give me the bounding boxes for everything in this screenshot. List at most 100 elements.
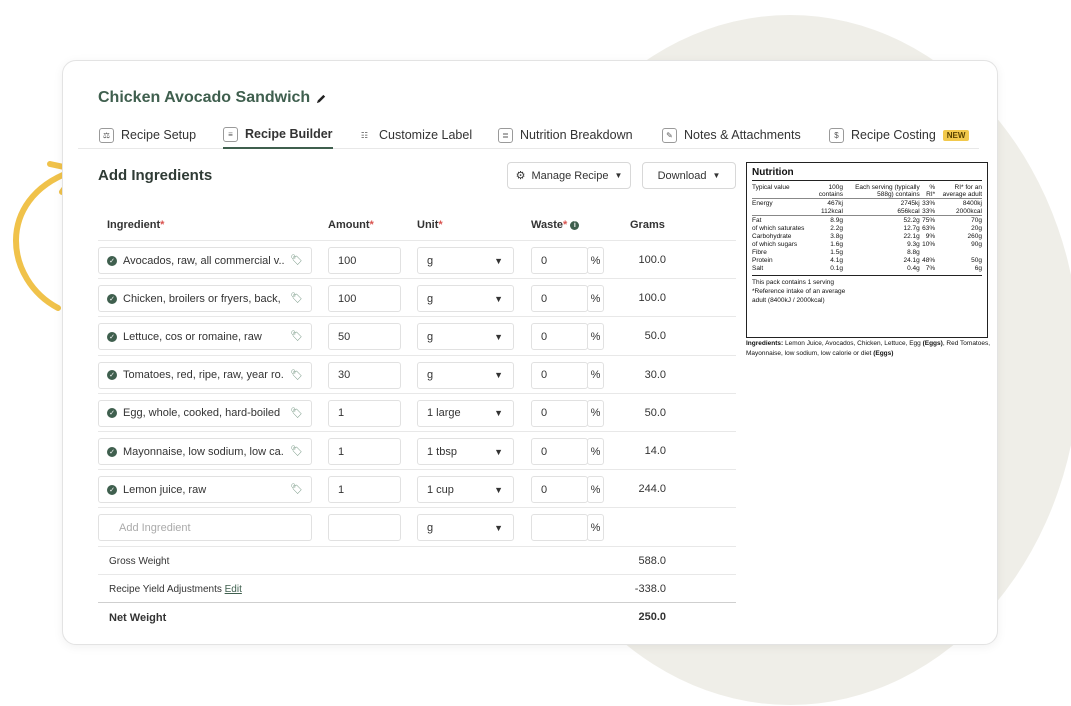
per-serving-value: 22.1g (903, 232, 920, 240)
nutrition-footnote: This pack contains 1 serving *Reference … (752, 275, 982, 305)
nutrition-row: Protein 4.1g 24.1g 48% 50g (752, 256, 982, 264)
chevron-down-icon: ▼ (494, 408, 503, 419)
per-serving-value: 24.1g (903, 256, 920, 264)
ri-reference-value: 8400kj (962, 199, 982, 207)
recipe-title-text: Chicken Avocado Sandwich (98, 89, 311, 106)
amount-input[interactable]: 1 (328, 399, 401, 427)
tag-icon[interactable]: 🏷 (290, 484, 311, 495)
tab-customize-label[interactable]: ☷ Customize Label (357, 121, 472, 149)
waste-input[interactable] (531, 514, 588, 541)
nutrition-row: Energy 467kj 2745kj 33% 8400kj (752, 199, 982, 208)
tag-icon[interactable]: 🏷 (290, 408, 311, 419)
unit-select[interactable]: g ▼ (417, 285, 514, 313)
tab-recipe-setup[interactable]: ⚖ Recipe Setup (99, 121, 196, 149)
tab-recipe-costing[interactable]: $ Recipe Costing NEW (829, 121, 970, 149)
waste-input[interactable]: 0 (531, 399, 588, 427)
ingredient-field[interactable]: ✓ Egg, whole, cooked, hard-boiled 🏷 (98, 399, 312, 427)
grams-value: 244.0 (638, 483, 666, 496)
tag-icon[interactable]: 🏷 (290, 255, 311, 266)
tag-icon[interactable]: 🏷 (290, 446, 311, 457)
unit-select[interactable]: 1 large ▼ (417, 399, 514, 427)
waste-input[interactable]: 0 (531, 438, 588, 465)
per-100g-value: 8.9g (830, 216, 843, 224)
ri-reference-value: 70g (971, 216, 982, 224)
gross-weight-label: Gross Weight (109, 556, 170, 567)
yield-edit-link[interactable]: Edit (225, 584, 242, 595)
amount-input[interactable]: 100 (328, 247, 401, 274)
check-icon: ✓ (107, 293, 117, 304)
waste-input[interactable]: 0 (531, 285, 588, 313)
per-100g-value: 467kj (827, 199, 843, 207)
amount-input[interactable]: 50 (328, 323, 401, 351)
receipt-icon: $ (829, 127, 844, 143)
nutrient-label: Fibre (752, 248, 767, 256)
ri-reference-value: 2000kcal (935, 207, 982, 216)
unit-select[interactable]: g ▼ (417, 323, 514, 351)
amount-input[interactable]: 30 (328, 361, 401, 389)
per-serving-value: 12.7g (903, 224, 920, 232)
unit-value: g (427, 369, 434, 382)
manage-recipe-label: Manage Recipe (531, 169, 609, 182)
ri-reference-value: 20g (971, 224, 982, 232)
unit-select[interactable]: 1 tbsp ▼ (417, 438, 514, 465)
tab-label: Notes & Attachments (684, 128, 801, 142)
amount-input[interactable]: 1 (328, 476, 401, 504)
waste-input[interactable]: 0 (531, 323, 588, 351)
unit-select[interactable]: 1 cup ▼ (417, 476, 514, 504)
per-100g-value: 112kcal (814, 207, 843, 216)
chevron-down-icon: ▼ (614, 171, 623, 180)
percent-suffix: % (587, 514, 604, 541)
waste-input[interactable]: 0 (531, 247, 588, 274)
percent-suffix: % (587, 285, 604, 313)
ri-percent-value: 48% (922, 256, 936, 264)
tag-icon[interactable]: 🏷 (290, 331, 311, 342)
ingredient-row: ✓ Lettuce, cos or romaine, raw 🏷 50 g ▼ … (98, 316, 736, 354)
ingredient-field[interactable]: ✓ Tomatoes, red, ripe, raw, year ro... 🏷 (98, 361, 312, 389)
tab-recipe-builder[interactable]: ≡ Recipe Builder (223, 121, 333, 149)
add-ingredient-input[interactable]: Add Ingredient (98, 514, 312, 541)
nutrient-label: Energy (752, 199, 773, 207)
grams-value: 100.0 (638, 254, 666, 266)
ingredient-name: Chicken, broilers or fryers, back, ... (123, 292, 285, 305)
nutrient-label: Protein (752, 256, 773, 264)
tag-icon[interactable]: 🏷 (290, 370, 311, 381)
per-serving-value: 8.8g (907, 248, 920, 256)
grams-value: 50.0 (644, 330, 666, 343)
pencil-icon[interactable] (316, 93, 327, 104)
ingredient-field[interactable]: ✓ Avocados, raw, all commercial v... 🏷 (98, 247, 312, 274)
footnote-line: adult (8400kJ / 2000kcal) (752, 297, 825, 305)
unit-value: g (427, 254, 434, 267)
unit-select[interactable]: g ▼ (417, 514, 514, 541)
unit-select[interactable]: g ▼ (417, 361, 514, 389)
nutrition-row: of which sugars 1.6g 9.3g 10% 90g (752, 240, 982, 248)
info-icon[interactable]: i (570, 221, 580, 230)
manage-recipe-button[interactable]: ⚙ Manage Recipe ▼ (507, 162, 631, 189)
per-serving-value: 52.2g (903, 216, 920, 224)
tab-nutrition-breakdown[interactable]: ≣ Nutrition Breakdown (498, 121, 633, 149)
percent-suffix: % (587, 361, 604, 389)
ingredient-field[interactable]: ✓ Lettuce, cos or romaine, raw 🏷 (98, 323, 312, 351)
ingredient-field[interactable]: ✓ Chicken, broilers or fryers, back, ...… (98, 285, 312, 313)
grams-value: 30.0 (644, 368, 666, 381)
amount-input[interactable] (328, 514, 401, 541)
amount-input[interactable]: 100 (328, 285, 401, 313)
download-button[interactable]: Download ▼ (642, 162, 736, 189)
ingredient-row: ✓ Avocados, raw, all commercial v... 🏷 1… (98, 240, 736, 278)
ri-percent-value: 9% (925, 232, 936, 240)
waste-input[interactable]: 0 (531, 361, 588, 389)
unit-value: g (427, 292, 434, 305)
tab-notes-attachments[interactable]: ✎ Notes & Attachments (662, 121, 801, 149)
nutrition-row: of which saturates 2.2g 12.7g 63% 20g (752, 224, 982, 232)
ingredient-field[interactable]: ✓ Mayonnaise, low sodium, low ca... 🏷 (98, 438, 312, 465)
ri-reference-value: 260g (967, 232, 982, 240)
ingredient-field[interactable]: ✓ Lemon juice, raw 🏷 (98, 476, 312, 504)
tag-icon[interactable]: 🏷 (290, 293, 311, 304)
ri-reference-value: 50g (971, 256, 982, 264)
unit-select[interactable]: g ▼ (417, 247, 514, 274)
nutrient-label: Carbohydrate (752, 232, 792, 240)
ri-percent-value: 33% (919, 207, 936, 216)
amount-input[interactable]: 1 (328, 438, 401, 465)
waste-input[interactable]: 0 (531, 476, 588, 504)
ingredients-statement: Ingredients: Lemon Juice, Avocados, Chic… (746, 340, 991, 357)
ingredient-row: ✓ Lemon juice, raw 🏷 1 1 cup ▼ 0 % 244.0 (98, 469, 736, 507)
